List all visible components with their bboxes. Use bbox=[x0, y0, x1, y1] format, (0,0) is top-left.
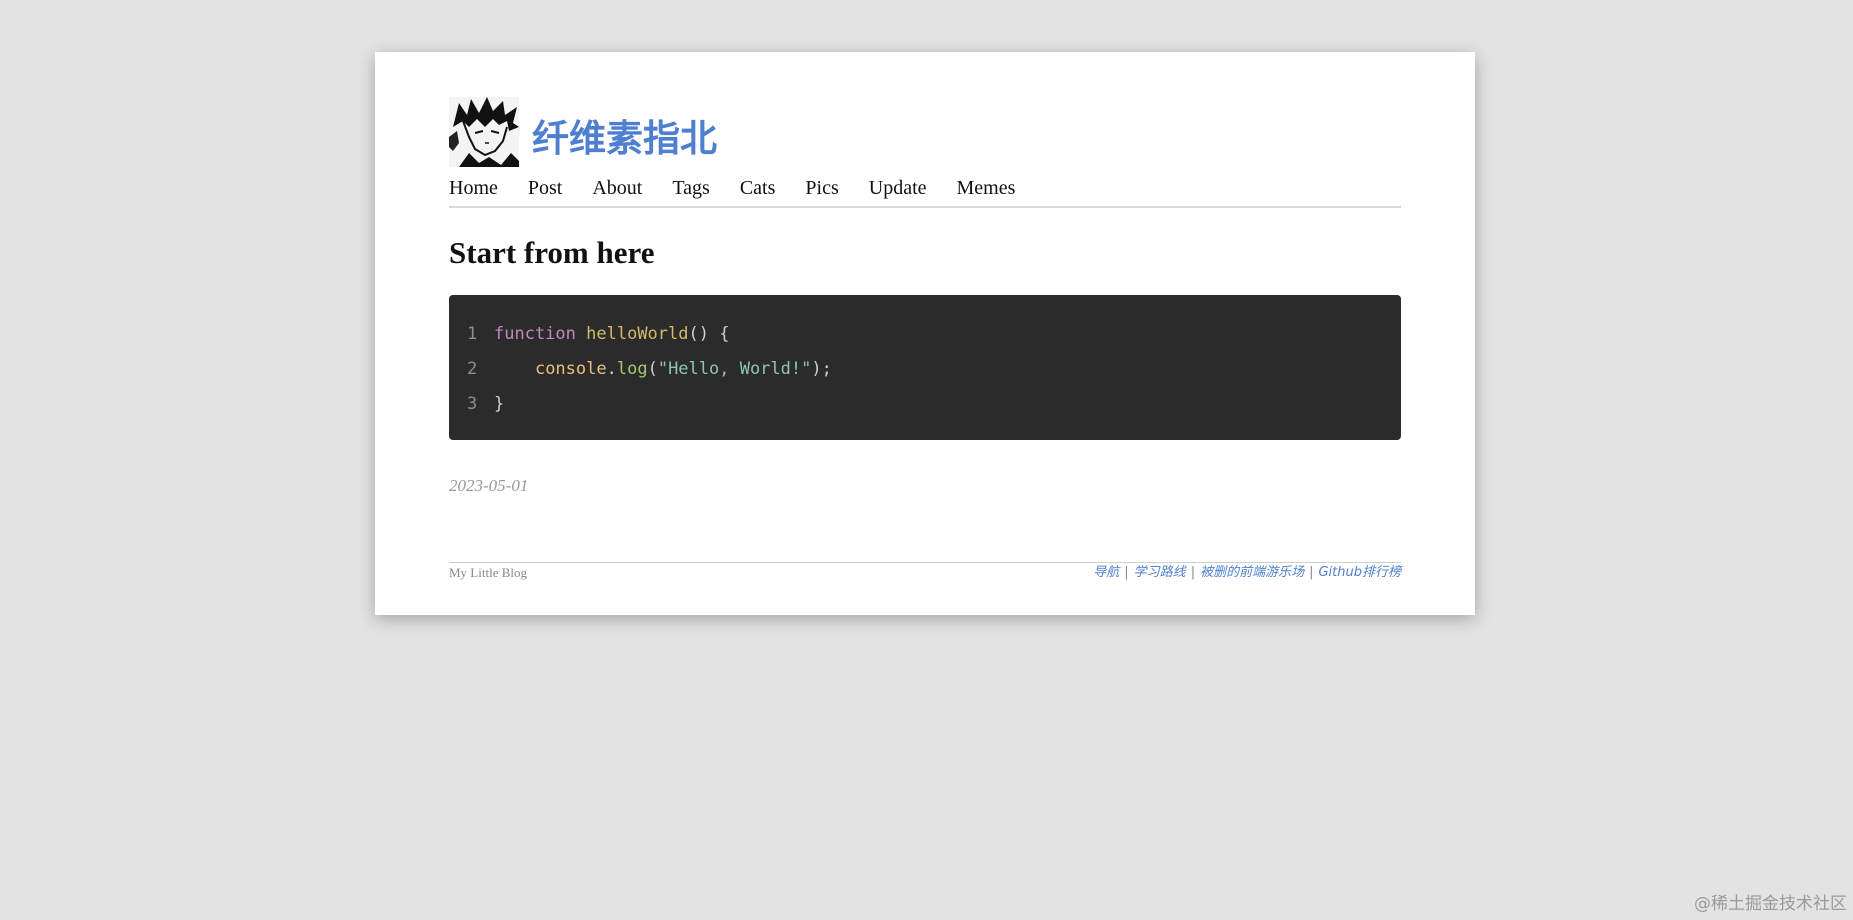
nav-item-home[interactable]: Home bbox=[449, 175, 498, 206]
watermark: @稀土掘金技术社区 bbox=[1694, 894, 1847, 914]
code-string: "Hello, World!" bbox=[657, 359, 812, 379]
content-area: 纤维素指北 Home Post About Tags Cats Pics Upd… bbox=[449, 97, 1401, 496]
nav-item-memes[interactable]: Memes bbox=[957, 175, 1016, 206]
code-close-paren: ); bbox=[811, 359, 832, 379]
code-keyword: function bbox=[494, 324, 576, 344]
footer-link-nav[interactable]: 导航 bbox=[1093, 565, 1119, 581]
code-line: 3 } bbox=[467, 387, 1401, 422]
footer-separator: | bbox=[1309, 565, 1314, 580]
nav-item-post[interactable]: Post bbox=[528, 175, 562, 206]
manga-avatar-icon[interactable] bbox=[449, 97, 519, 167]
page-card: 纤维素指北 Home Post About Tags Cats Pics Upd… bbox=[375, 52, 1475, 615]
site-footer: My Little Blog 导航 | 学习路线 | 被删的前端游乐场 | Gi… bbox=[449, 562, 1401, 581]
code-function-name: helloWorld bbox=[586, 324, 689, 344]
site-title[interactable]: 纤维素指北 bbox=[532, 119, 717, 159]
code-dot: . bbox=[606, 359, 617, 379]
footer-blog-name: My Little Blog bbox=[449, 565, 527, 580]
code-punctuation: () { bbox=[688, 324, 730, 344]
line-number: 3 bbox=[467, 394, 478, 414]
nav-item-cats[interactable]: Cats bbox=[740, 175, 776, 206]
code-open-paren: ( bbox=[647, 359, 658, 379]
footer-separator: | bbox=[1190, 565, 1196, 580]
post-date: 2023-05-01 bbox=[449, 476, 529, 495]
nav-item-tags[interactable]: Tags bbox=[672, 175, 709, 206]
footer-separator: | bbox=[1124, 565, 1129, 580]
main-nav: Home Post About Tags Cats Pics Update Me… bbox=[449, 175, 1401, 208]
line-number: 1 bbox=[467, 324, 478, 344]
post-title: Start from here bbox=[449, 235, 655, 270]
footer-link-github-ranking[interactable]: Github排行榜 bbox=[1318, 565, 1401, 581]
nav-item-update[interactable]: Update bbox=[869, 175, 927, 206]
footer-link-learning-path[interactable]: 学习路线 bbox=[1134, 565, 1186, 581]
line-number: 2 bbox=[467, 359, 478, 379]
code-block: 1 function helloWorld() { 2 console. log(… bbox=[449, 295, 1401, 440]
nav-item-pics[interactable]: Pics bbox=[805, 175, 838, 206]
code-closing-brace: } bbox=[494, 394, 505, 414]
code-line: 1 function helloWorld() { bbox=[467, 317, 1401, 352]
nav-item-about[interactable]: About bbox=[592, 175, 642, 206]
code-line: 2 console. log("Hello, World!"); bbox=[467, 352, 1401, 387]
footer-link-playground[interactable]: 被删的前端游乐场 bbox=[1200, 565, 1304, 581]
code-object: console bbox=[534, 359, 607, 379]
code-method: log bbox=[616, 359, 648, 379]
site-header: 纤维素指北 bbox=[449, 97, 1401, 167]
footer-links: 导航 | 学习路线 | 被删的前端游乐场 | Github排行榜 bbox=[1093, 565, 1401, 581]
